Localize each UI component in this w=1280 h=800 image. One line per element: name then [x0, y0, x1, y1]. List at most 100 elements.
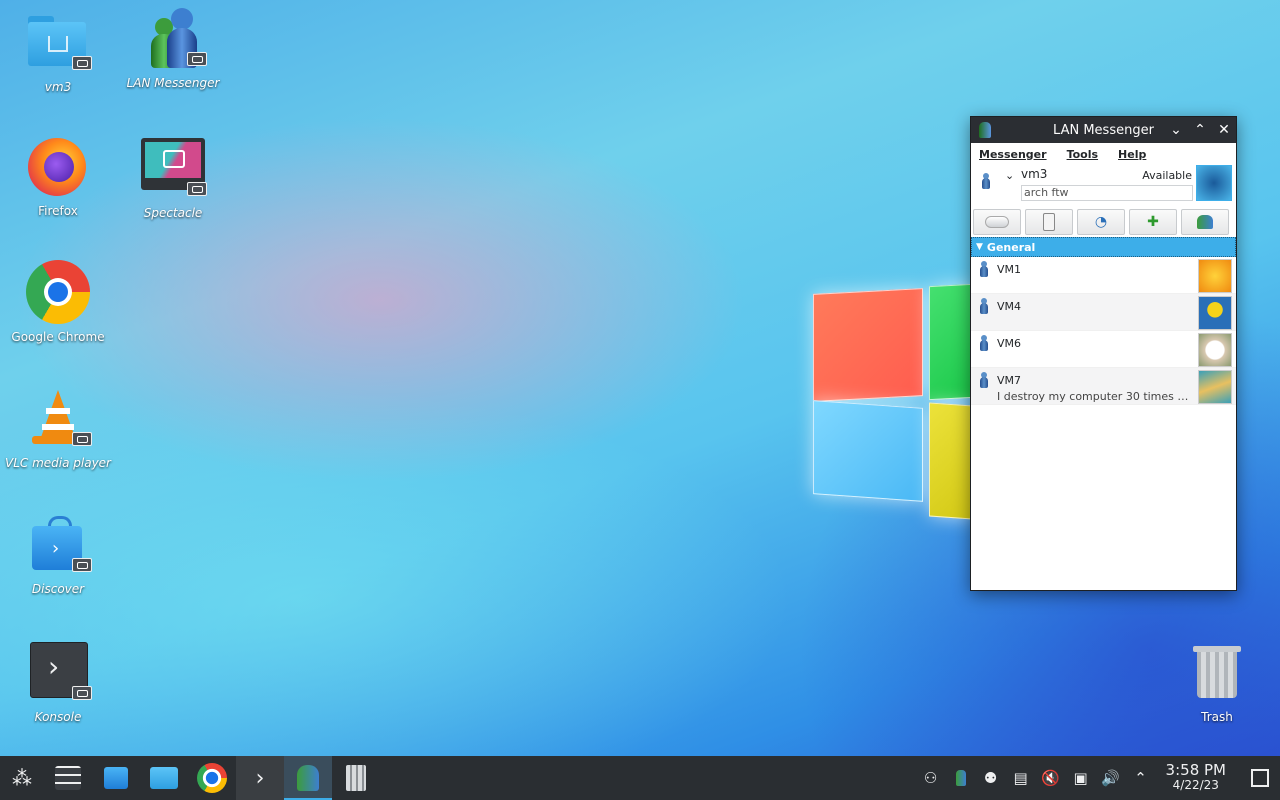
contact-name: VM6 [997, 337, 1022, 350]
contact-list: VM1 VM4 VM6 VM7 I destroy my computer 30… [971, 257, 1236, 405]
contact-name: VM1 [997, 263, 1022, 276]
lan-messenger-icon [297, 765, 319, 791]
digital-clock[interactable]: 3:58 PM 4/22/23 [1166, 763, 1226, 793]
desktop-icon-google-chrome[interactable]: Google Chrome [3, 260, 113, 344]
menu-help[interactable]: Help [1118, 148, 1146, 161]
link-icon [187, 52, 207, 66]
maximize-button[interactable]: ⌃ [1188, 118, 1212, 142]
add-contact-icon: ✚ [1147, 214, 1159, 230]
file-transfer-icon [1043, 213, 1055, 231]
desktop-icon-spectacle[interactable]: Spectacle [118, 136, 228, 220]
desktop-icon-home[interactable]: vm3 [3, 10, 113, 94]
contact-row[interactable]: VM6 [971, 331, 1236, 368]
menubar: Messenger Tools Help [971, 143, 1236, 163]
link-icon [187, 182, 207, 196]
broadcast-icon [985, 216, 1009, 228]
contact-avatar [1198, 370, 1232, 404]
contact-status-icon [979, 298, 989, 314]
contact-avatar [1198, 259, 1232, 293]
lan-messenger-tray-icon[interactable] [946, 756, 976, 800]
profile-panel: ⌄ vm3 Available arch ftw [971, 163, 1236, 205]
volume-icon[interactable]: 🔊 [1096, 756, 1126, 800]
contact-row[interactable]: VM4 [971, 294, 1236, 331]
lan-messenger-icon [141, 6, 207, 70]
my-avatar[interactable] [1196, 165, 1232, 201]
menu-messenger[interactable]: Messenger [979, 148, 1047, 161]
lan-messenger-window: LAN Messenger ⌄ ⌃ ✕ Messenger Tools Help… [970, 116, 1237, 591]
firefox-icon [26, 134, 90, 198]
user-status-icon[interactable] [981, 173, 991, 189]
desktop-icon-label: Discover [31, 582, 85, 596]
titlebar[interactable]: LAN Messenger ⌄ ⌃ ✕ [971, 117, 1236, 143]
desktop-icon-trash[interactable]: Trash [1162, 640, 1272, 724]
system-tray: ⚇ ⚉ ▤ 🔇 ▣ 🔊 ⌃ 3:58 PM 4/22/23 [916, 756, 1280, 800]
desktop-icon-discover[interactable]: › Discover [3, 512, 113, 596]
desktop-icon-vlc[interactable]: VLC media player [3, 386, 113, 470]
contact-name: VM4 [997, 300, 1022, 313]
add-contact-button[interactable]: ✚ [1129, 209, 1177, 235]
desktop-icon-label: Firefox [38, 204, 78, 218]
task-konsole[interactable]: › [236, 756, 284, 800]
accounts-icon[interactable]: ⚉ [976, 756, 1006, 800]
group-header-general[interactable]: ▼ General [971, 237, 1236, 257]
contact-row[interactable]: VM7 I destroy my computer 30 times a day [971, 368, 1236, 405]
contact-row[interactable]: VM1 [971, 257, 1236, 294]
desktop-icon-label: VLC media player [4, 456, 111, 470]
contacts-button[interactable] [1181, 209, 1229, 235]
trash-icon [1185, 640, 1249, 704]
discover-icon [104, 767, 128, 789]
username[interactable]: vm3 [1021, 167, 1047, 181]
group-label: General [986, 240, 1036, 254]
toolbar: ◔ ✚ [971, 205, 1236, 237]
terminal-icon: › [26, 640, 92, 704]
chrome-icon [197, 763, 227, 793]
chevron-up-icon[interactable]: ⌃ [1126, 756, 1156, 800]
spectacle-icon [141, 136, 207, 200]
network-icon[interactable]: ▣ [1066, 756, 1096, 800]
task-discover[interactable] [92, 756, 140, 800]
desktop-icon-label: Trash [1201, 710, 1233, 724]
show-desktop-icon [1251, 769, 1269, 787]
app-icon[interactable] [971, 117, 999, 143]
minimize-button[interactable]: ⌄ [1164, 118, 1188, 142]
rss-button[interactable]: ◔ [1077, 209, 1125, 235]
contact-name: VM7 [997, 374, 1022, 387]
contact-avatar [1198, 296, 1232, 330]
chrome-icon [26, 260, 90, 324]
status-label[interactable]: Available [1142, 169, 1192, 182]
app-launcher-button[interactable]: ⁂ [0, 756, 44, 800]
desktop-icon-label: Konsole [34, 710, 82, 724]
clipboard-icon[interactable]: ▤ [1006, 756, 1036, 800]
broadcast-button[interactable] [973, 209, 1021, 235]
folder-home-icon [26, 10, 92, 74]
mic-muted-icon[interactable]: 🔇 [1036, 756, 1066, 800]
desktop-icon-firefox[interactable]: Firefox [3, 134, 113, 218]
contact-status-icon [979, 261, 989, 277]
file-transfer-button[interactable] [1025, 209, 1073, 235]
task-chrome[interactable] [188, 756, 236, 800]
desktop-icon-label: vm3 [44, 80, 72, 94]
contact-avatar [1198, 333, 1232, 367]
desktop-icon-label: Spectacle [143, 206, 203, 220]
task-system-settings[interactable] [44, 756, 92, 800]
task-file-manager[interactable] [140, 756, 188, 800]
menu-tools[interactable]: Tools [1067, 148, 1098, 161]
rss-icon: ◔ [1094, 214, 1108, 230]
contacts-icon [1197, 215, 1213, 229]
desktop-icon-lan-messenger[interactable]: LAN Messenger [118, 6, 228, 90]
personal-note-field[interactable]: arch ftw [1021, 185, 1193, 201]
taskbar: ⁂ › ⚇ ⚉ ▤ 🔇 ▣ 🔊 ⌃ 3:58 PM 4/22/23 [0, 756, 1280, 800]
contact-status-icon [979, 372, 989, 388]
task-archive-manager[interactable] [332, 756, 380, 800]
task-lan-messenger[interactable] [284, 756, 332, 800]
desktop-icon-konsole[interactable]: › Konsole [3, 640, 113, 724]
folder-icon [150, 767, 178, 789]
close-button[interactable]: ✕ [1212, 118, 1236, 142]
status-dropdown-icon[interactable]: ⌄ [1005, 169, 1014, 182]
settings-icon [55, 766, 81, 790]
discover-bag-icon: › [26, 512, 92, 576]
user-switch-icon[interactable]: ⚇ [916, 756, 946, 800]
show-desktop-button[interactable] [1240, 756, 1280, 800]
link-icon [72, 56, 92, 70]
contact-status-icon [979, 335, 989, 351]
